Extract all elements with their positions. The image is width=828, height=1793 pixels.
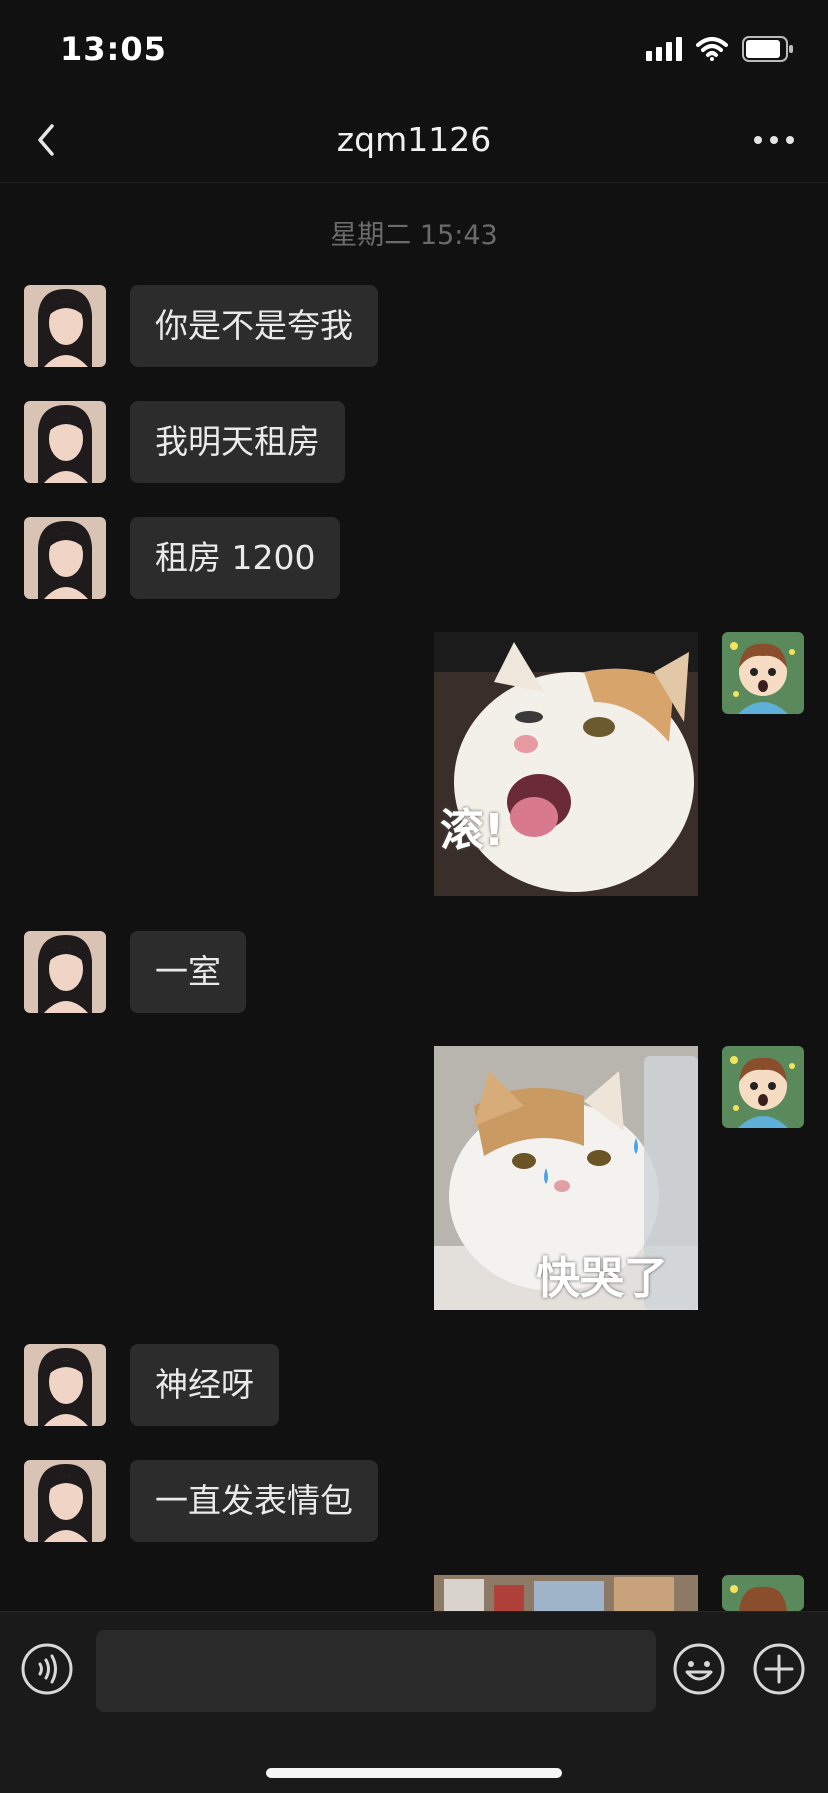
received-message-bubble[interactable]: 租房 1200: [130, 517, 341, 599]
my-avatar[interactable]: [722, 632, 804, 714]
more-options-icon[interactable]: [748, 120, 800, 160]
contact-avatar[interactable]: [24, 401, 106, 483]
status-time: 13:05: [60, 30, 167, 68]
received-message-bubble[interactable]: 一室: [130, 931, 246, 1013]
my-avatar[interactable]: [722, 1046, 804, 1128]
contact-avatar[interactable]: [24, 931, 106, 1013]
nav-bar: zqm1126: [0, 100, 828, 183]
received-message-bubble[interactable]: 一直发表情包: [130, 1460, 378, 1542]
sent-sticker-cat-tongue[interactable]: 滚!: [434, 632, 698, 896]
received-message-bubble[interactable]: 我明天租房: [130, 401, 345, 483]
status-icons: [646, 36, 794, 62]
contact-avatar[interactable]: [24, 285, 106, 367]
emoji-icon[interactable]: [672, 1642, 726, 1696]
wifi-icon: [696, 37, 728, 61]
voice-input-icon[interactable]: [20, 1642, 74, 1696]
contact-avatar[interactable]: [24, 1460, 106, 1542]
cellular-signal-icon: [646, 37, 682, 61]
my-avatar[interactable]: [722, 1575, 804, 1611]
plus-more-icon[interactable]: [752, 1642, 806, 1696]
contact-avatar[interactable]: [24, 517, 106, 599]
sent-sticker-cat-crying[interactable]: 快哭了: [434, 1046, 698, 1310]
sent-sticker-partial[interactable]: [434, 1575, 698, 1611]
message-text-input[interactable]: [96, 1630, 656, 1712]
message-input-bar: [0, 1611, 828, 1793]
home-indicator[interactable]: [266, 1768, 562, 1778]
sticker-caption: 滚!: [440, 805, 505, 856]
received-message-bubble[interactable]: 你是不是夸我: [130, 285, 378, 367]
chat-title: zqm1126: [336, 120, 492, 159]
status-bar: 13:05: [0, 0, 828, 100]
contact-avatar[interactable]: [24, 1344, 106, 1426]
chat-message-list[interactable]: 星期二 15:43 你是不是夸我 我明天租房 租房 1200 滚! 一室 快哭了…: [0, 183, 828, 1611]
message-timestamp: 星期二 15:43: [330, 220, 498, 251]
battery-icon: [742, 36, 793, 62]
sticker-caption: 快哭了: [536, 1253, 668, 1304]
received-message-bubble[interactable]: 神经呀: [130, 1344, 279, 1426]
